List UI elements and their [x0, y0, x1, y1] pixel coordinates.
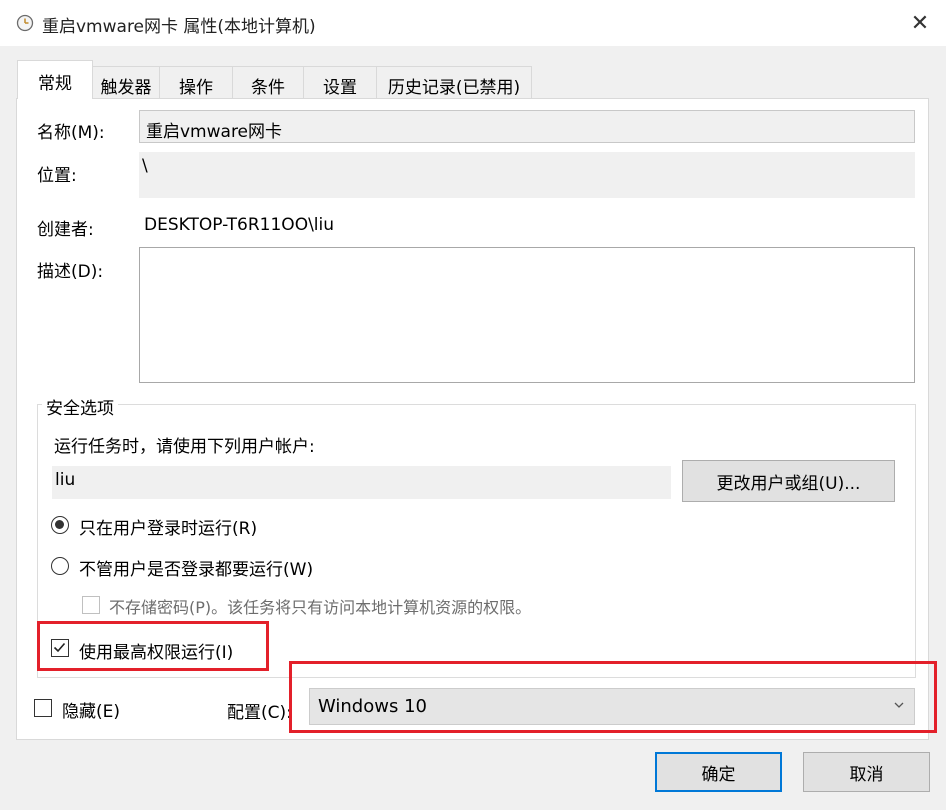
- configure-value: Windows 10: [318, 696, 427, 717]
- do-not-store-password-checkbox[interactable]: [82, 596, 100, 614]
- user-account-field: liu: [52, 466, 671, 499]
- author-value: DESKTOP-T6R11OO\liu: [144, 215, 335, 235]
- ok-button[interactable]: 确定: [655, 752, 782, 792]
- radio-logged-on-only-label[interactable]: 只在用户登录时运行(R): [79, 514, 257, 539]
- tab-triggers[interactable]: 触发器: [92, 66, 160, 98]
- security-options-title: 安全选项: [42, 394, 118, 419]
- tab-label: 设置: [323, 78, 357, 98]
- tab-label: 操作: [179, 78, 213, 98]
- close-button[interactable]: ✕: [900, 6, 940, 40]
- location-value: \: [142, 156, 148, 176]
- hidden-checkbox[interactable]: [34, 699, 52, 717]
- radio-selected-dot: [55, 520, 64, 529]
- author-label: 创建者:: [37, 220, 94, 240]
- radio-logged-on-or-not-label[interactable]: 不管用户是否登录都要运行(W): [79, 555, 313, 580]
- tab-label: 历史记录(已禁用): [387, 78, 521, 98]
- tab-general[interactable]: 常规: [17, 60, 93, 99]
- run-highest-privileges-label[interactable]: 使用最高权限运行(I): [79, 638, 233, 663]
- run-highest-privileges-checkbox[interactable]: [51, 639, 69, 657]
- tab-settings[interactable]: 设置: [303, 66, 377, 98]
- check-icon: [53, 642, 66, 653]
- location-field: \: [139, 152, 915, 198]
- tab-history[interactable]: 历史记录(已禁用): [376, 66, 532, 98]
- tab-actions[interactable]: 操作: [159, 66, 233, 98]
- window-title: 重启vmware网卡 属性(本地计算机): [42, 17, 316, 37]
- change-user-button[interactable]: 更改用户或组(U)...: [682, 460, 895, 502]
- run-as-prompt: 运行任务时，请使用下列用户帐户:: [54, 437, 315, 457]
- radio-logged-on-only[interactable]: [51, 516, 69, 534]
- tab-label: 常规: [38, 74, 72, 94]
- description-label: 描述(D):: [37, 262, 104, 282]
- cancel-button[interactable]: 取消: [803, 752, 930, 792]
- hidden-label[interactable]: 隐藏(E): [62, 697, 120, 722]
- close-icon: ✕: [910, 10, 930, 36]
- tab-label: 条件: [251, 78, 285, 98]
- tab-label: 触发器: [100, 78, 152, 98]
- description-field[interactable]: [139, 247, 915, 383]
- configure-label: 配置(C):: [227, 703, 292, 723]
- clock-icon: [16, 14, 34, 32]
- location-label: 位置:: [37, 166, 77, 186]
- name-label: 名称(M):: [37, 123, 105, 143]
- configure-dropdown[interactable]: Windows 10: [309, 688, 915, 725]
- radio-logged-on-or-not[interactable]: [51, 557, 69, 575]
- name-field[interactable]: 重启vmware网卡: [139, 110, 915, 143]
- chevron-down-icon: [894, 702, 904, 708]
- title-bar: 重启vmware网卡 属性(本地计算机) ✕: [0, 0, 946, 46]
- tab-conditions[interactable]: 条件: [232, 66, 304, 98]
- do-not-store-password-label[interactable]: 不存储密码(P)。该任务将只有访问本地计算机资源的权限。: [109, 594, 531, 618]
